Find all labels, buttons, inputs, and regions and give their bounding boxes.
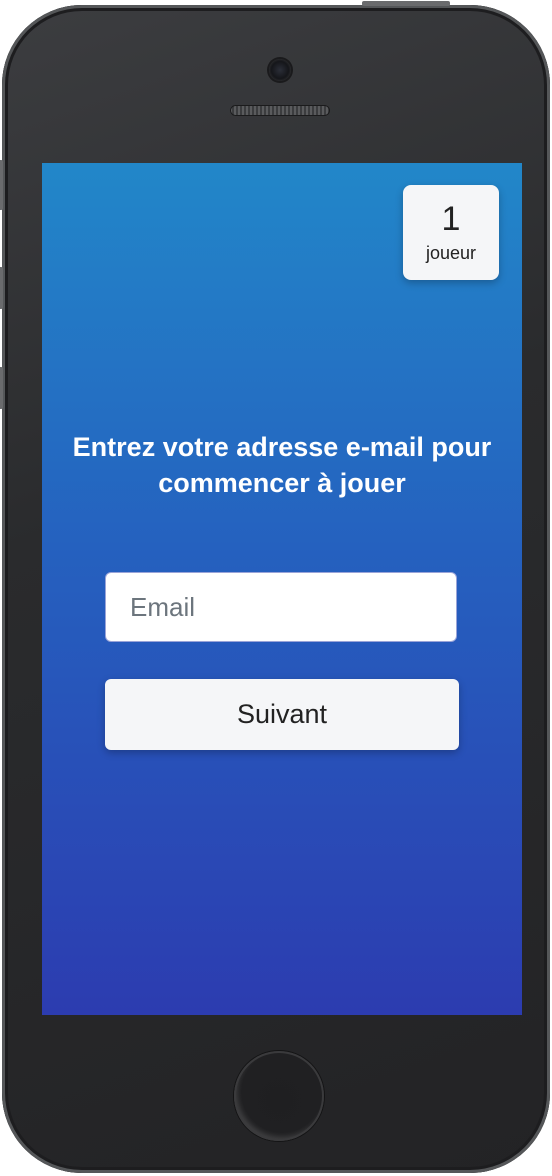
player-count-badge: 1 joueur: [403, 185, 499, 280]
speaker-grille-icon: [230, 105, 330, 116]
player-count: 1: [441, 200, 461, 238]
mute-switch: [0, 160, 3, 210]
phone-frame: 1 joueur Entrez votre adresse e-mail pou…: [0, 1, 550, 1173]
next-button[interactable]: Suivant: [105, 679, 459, 750]
email-prompt-line-2: commencer à jouer: [158, 468, 406, 498]
power-button: [362, 1, 450, 6]
camera-icon: [269, 59, 291, 81]
email-prompt: Entrez votre adresse e-mail pour commenc…: [42, 429, 522, 501]
email-prompt-line-1: Entrez votre adresse e-mail pour: [72, 432, 492, 462]
volume-up-button: [0, 267, 3, 309]
app-screen: 1 joueur Entrez votre adresse e-mail pou…: [42, 163, 522, 1015]
home-button-icon[interactable]: [234, 1051, 324, 1141]
player-count-label: joueur: [425, 243, 477, 263]
volume-down-button: [0, 367, 3, 409]
email-input[interactable]: [105, 572, 457, 642]
